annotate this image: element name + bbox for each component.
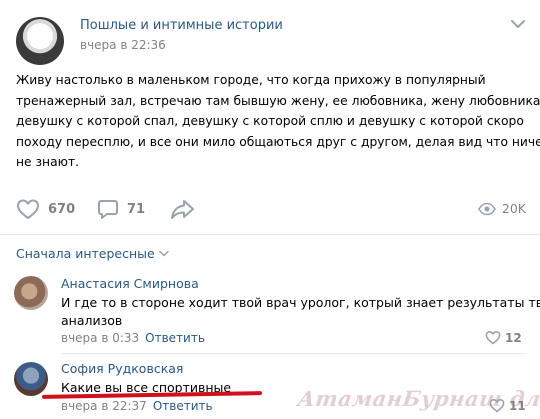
comment-time[interactable]: вчера в 22:37 bbox=[61, 399, 147, 413]
post-text-line: походу пересплю, и все они мило общаютьс… bbox=[16, 134, 540, 149]
comment-icon bbox=[98, 200, 118, 219]
post-card: Пошлые и интимные истории вчера в 22:36 … bbox=[0, 0, 540, 419]
divider bbox=[61, 353, 526, 354]
comment-like-count: 11 bbox=[509, 398, 526, 413]
comment-text-line: анализов bbox=[61, 312, 123, 328]
comment-like-count: 12 bbox=[505, 330, 522, 345]
post-text-line: тренажерный зал, встречаю там бывшую жен… bbox=[16, 93, 540, 108]
comment-time[interactable]: вчера в 0:33 bbox=[61, 331, 139, 345]
comment-text: И где то в стороне ходит твой врач уроло… bbox=[61, 294, 540, 329]
commenter-avatar[interactable] bbox=[14, 362, 48, 396]
commenter-name[interactable]: Анастасия Смирнова bbox=[61, 276, 199, 291]
comment-like-button[interactable]: 12 bbox=[485, 330, 522, 345]
comment-count: 71 bbox=[127, 201, 146, 217]
post-text: Живу настолько в маленьком городе, что к… bbox=[16, 70, 540, 173]
views-counter: 20K bbox=[477, 201, 526, 216]
comment-like-button[interactable]: 11 bbox=[489, 398, 526, 413]
sort-label: Сначала интересные bbox=[16, 246, 155, 261]
like-button[interactable]: 670 bbox=[16, 198, 75, 220]
eye-icon bbox=[477, 202, 496, 215]
divider bbox=[0, 234, 540, 235]
comment-button[interactable]: 71 bbox=[97, 198, 145, 220]
views-count: 20K bbox=[501, 201, 526, 216]
post-actions: 670 71 20K bbox=[0, 190, 540, 226]
comment-sort-dropdown[interactable]: Сначала интересные bbox=[16, 246, 169, 261]
comment-meta: вчера в 0:33 Ответить bbox=[61, 331, 205, 345]
post-text-line: Живу настолько в маленьком городе, что к… bbox=[16, 73, 486, 87]
like-count: 670 bbox=[48, 201, 76, 217]
group-avatar[interactable] bbox=[16, 17, 64, 65]
heart-icon bbox=[17, 199, 39, 219]
heart-icon bbox=[489, 399, 505, 413]
reply-button[interactable]: Ответить bbox=[153, 399, 213, 413]
post-text-line: не знают. bbox=[16, 155, 80, 169]
commenter-name[interactable]: София Рудковская bbox=[61, 361, 183, 376]
commenter-avatar[interactable] bbox=[14, 276, 48, 310]
reply-button[interactable]: Ответить bbox=[145, 331, 205, 345]
heart-icon bbox=[485, 331, 501, 345]
share-button[interactable] bbox=[170, 198, 196, 220]
post-time[interactable]: вчера в 22:36 bbox=[80, 38, 166, 52]
share-icon bbox=[171, 200, 194, 219]
post-text-line: девушку с которой спал, девушку с которо… bbox=[16, 114, 524, 128]
group-name[interactable]: Пошлые и интимные истории bbox=[80, 18, 283, 33]
chevron-down-icon[interactable] bbox=[510, 18, 526, 30]
comment-text-line: И где то в стороне ходит твой врач уроло… bbox=[61, 295, 540, 310]
chevron-down-icon bbox=[158, 250, 169, 257]
comment-meta: вчера в 22:37 Ответить bbox=[61, 399, 213, 413]
